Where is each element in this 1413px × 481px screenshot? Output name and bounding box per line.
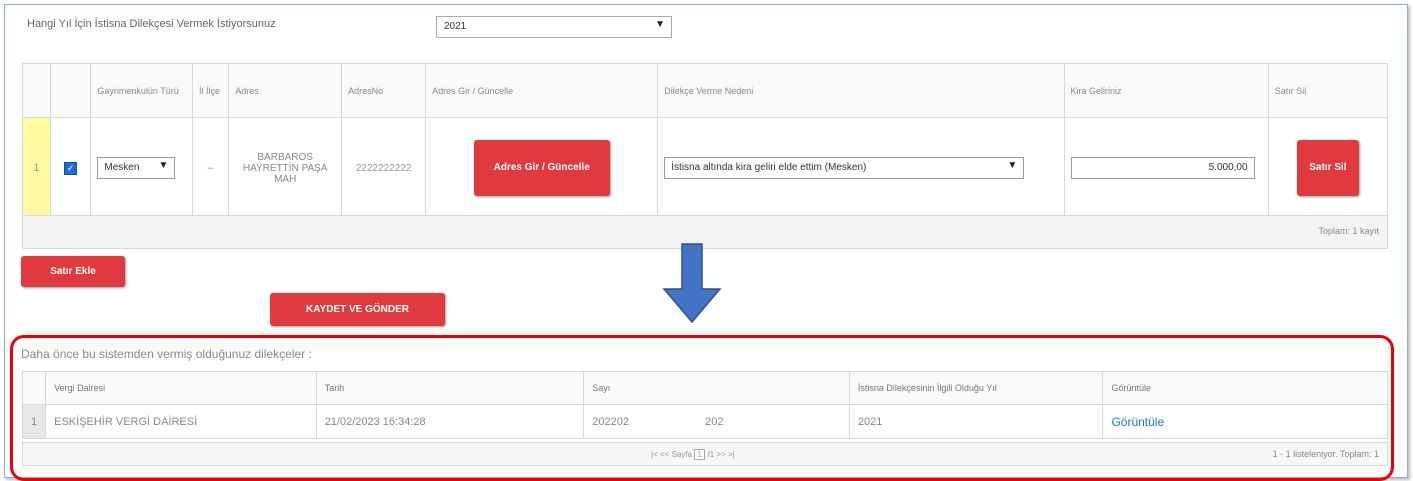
sayi-b-value: 202 bbox=[705, 415, 724, 428]
page-input[interactable]: 1 bbox=[694, 449, 706, 460]
year-select-value: 2021 bbox=[444, 21, 467, 32]
col-header-view[interactable]: Görüntüle bbox=[1102, 371, 1388, 405]
year-question-label: Hangi Yıl İçin İstisna Dilekçesi Vermek … bbox=[27, 18, 276, 30]
col-header-office[interactable]: Vergi Dairesi bbox=[45, 371, 317, 405]
records-count: 1 - 1 listeleniyor. Toplam: 1 bbox=[1272, 449, 1379, 459]
sayi-a-value: 202202 bbox=[592, 415, 629, 428]
delete-row-button[interactable]: Satır Sil bbox=[1296, 140, 1359, 196]
col-header-year[interactable]: İstisna Dilekçesinin İlgili Olduğu Yıl bbox=[848, 371, 1104, 405]
col-header-address[interactable]: Adres bbox=[228, 63, 343, 118]
reason-select-value: İstisna altında kira geliri elde ettim (… bbox=[671, 162, 867, 173]
page-of: /1 bbox=[707, 450, 715, 459]
address-edit-button[interactable]: Adres Gir / Güncelle bbox=[473, 140, 610, 196]
row-number: 1 bbox=[22, 117, 51, 219]
col-header-date[interactable]: Tarih bbox=[315, 371, 585, 405]
col-header-il-ilce[interactable]: İl İlçe bbox=[191, 63, 230, 118]
last-page-icon[interactable]: >| bbox=[728, 450, 735, 459]
chevron-down-icon: ▼ bbox=[1007, 160, 1018, 171]
next-page-icon[interactable]: >> bbox=[716, 450, 725, 459]
col-header-rent[interactable]: Kira Geliriniz bbox=[1063, 63, 1269, 118]
chevron-down-icon: ▼ bbox=[158, 160, 169, 171]
office-value: ESKİŞEHİR VERGİ DAİRESİ bbox=[45, 404, 317, 439]
col-header-reason[interactable]: Dilekçe Verme Nedeni bbox=[657, 63, 1065, 118]
table-row: 1 ESKİŞEHİR VERGİ DAİRESİ 21/02/2023 16:… bbox=[21, 404, 1388, 439]
down-arrow-icon bbox=[662, 243, 722, 323]
col-header-sayi[interactable]: Sayı bbox=[583, 371, 850, 405]
year-value: 2021 bbox=[848, 404, 1104, 439]
type-select-value: Mesken bbox=[104, 162, 140, 173]
year-select[interactable]: 2021 ▼ bbox=[436, 16, 672, 38]
col-header-address-no[interactable]: AdresNo bbox=[341, 63, 427, 118]
col-header-address-edit[interactable]: Adres Gir / Güncelle bbox=[425, 63, 659, 118]
row-checkbox[interactable]: ✓ bbox=[64, 161, 78, 175]
add-row-button[interactable]: Satır Ekle bbox=[21, 256, 125, 287]
rent-input[interactable]: 5.000,00 bbox=[1070, 157, 1255, 179]
pager: |< << Sayfa 1 /1 >> >| bbox=[651, 449, 735, 460]
previous-table-header: Vergi Dairesi Tarih Sayı İstisna Dilekçe… bbox=[21, 371, 1388, 405]
address-no-value: 2222222222 bbox=[341, 117, 427, 219]
il-ilce-value: – bbox=[191, 117, 230, 219]
prev-page-icon[interactable]: << bbox=[660, 450, 669, 459]
col-header-delete[interactable]: Satır Sil bbox=[1267, 63, 1389, 118]
view-link[interactable]: Görüntüle bbox=[1111, 415, 1164, 429]
table-row: 1 ✓ Mesken ▼ – BARBAROS HAYRETTİN PAŞA M… bbox=[22, 117, 1389, 219]
previous-petitions-label: Daha önce bu sistemden vermiş olduğunuz … bbox=[21, 347, 312, 361]
total-records: Toplam: 1 kayıt bbox=[1318, 226, 1379, 236]
previous-table-footer: |< << Sayfa 1 /1 >> >| 1 - 1 listeleniyo… bbox=[22, 442, 1388, 466]
save-send-button[interactable]: KAYDET VE GÖNDER bbox=[270, 293, 445, 326]
col-header-type[interactable]: Gayrimenkulün Türü bbox=[90, 63, 193, 118]
property-table-header: Gayrimenkulün Türü İl İlçe Adres AdresNo… bbox=[22, 63, 1389, 118]
previous-petitions-table: Vergi Dairesi Tarih Sayı İstisna Dilekçe… bbox=[21, 371, 1388, 439]
reason-select[interactable]: İstisna altında kira geliri elde ettim (… bbox=[664, 157, 1025, 179]
property-table: Gayrimenkulün Türü İl İlçe Adres AdresNo… bbox=[22, 63, 1389, 219]
row-number: 1 bbox=[21, 404, 47, 439]
type-select[interactable]: Mesken ▼ bbox=[97, 157, 176, 179]
first-page-icon[interactable]: |< bbox=[651, 450, 658, 459]
chevron-down-icon: ▼ bbox=[655, 19, 665, 30]
page-label: Sayfa bbox=[671, 450, 693, 459]
date-value: 21/02/2023 16:34:28 bbox=[315, 404, 585, 439]
address-value: BARBAROS HAYRETTİN PAŞA MAH bbox=[228, 117, 343, 219]
